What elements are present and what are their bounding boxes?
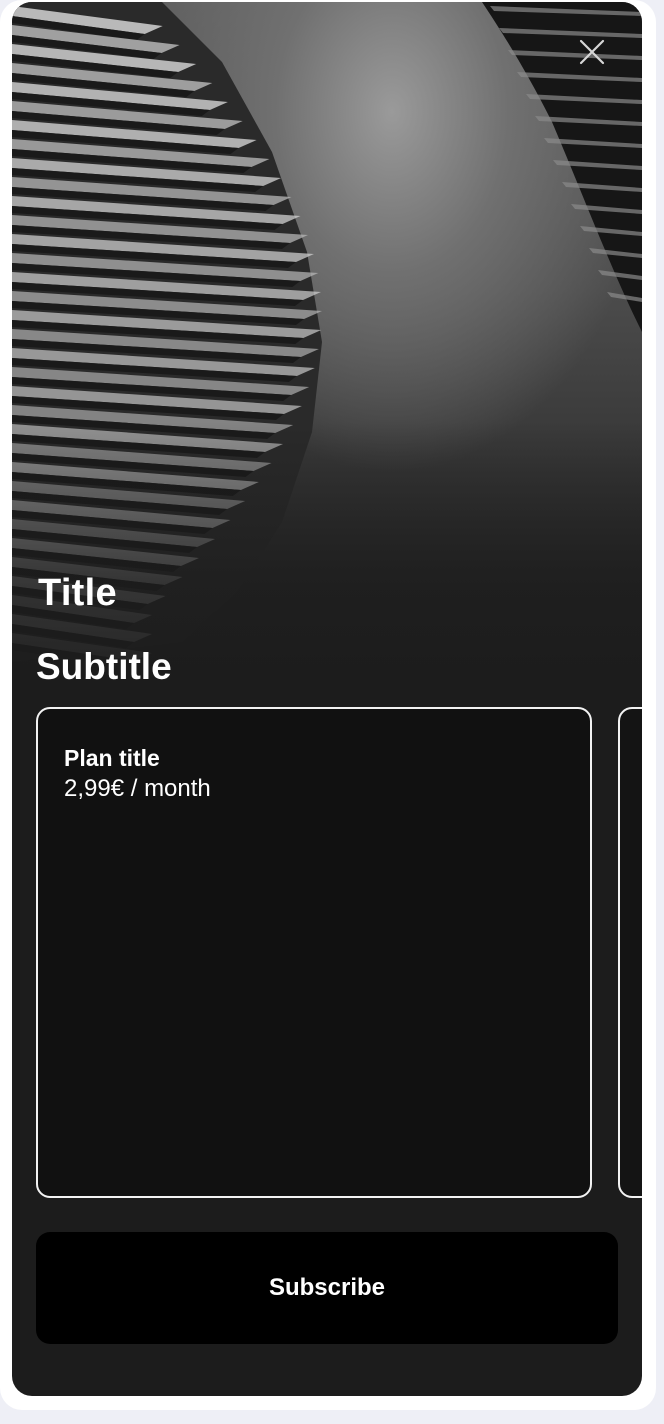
plan-title: Plan title: [64, 745, 160, 771]
screen-background: Title Subtitle Plan title 2,99€ / month …: [0, 0, 664, 1424]
plan-card-next[interactable]: [618, 707, 642, 1198]
plan-carousel[interactable]: Plan title 2,99€ / month: [12, 707, 642, 1199]
close-button[interactable]: [575, 35, 609, 69]
close-icon: [579, 39, 605, 65]
plan-price: 2,99€ / month: [64, 775, 211, 802]
paywall-title: Title: [38, 572, 117, 614]
sheet-frame: Title Subtitle Plan title 2,99€ / month …: [0, 0, 656, 1410]
paywall-sheet: Title Subtitle Plan title 2,99€ / month …: [12, 2, 642, 1396]
subscribe-button[interactable]: Subscribe: [36, 1232, 618, 1344]
plan-card-selected[interactable]: Plan title 2,99€ / month: [36, 707, 592, 1198]
paywall-subtitle: Subtitle: [36, 646, 172, 687]
